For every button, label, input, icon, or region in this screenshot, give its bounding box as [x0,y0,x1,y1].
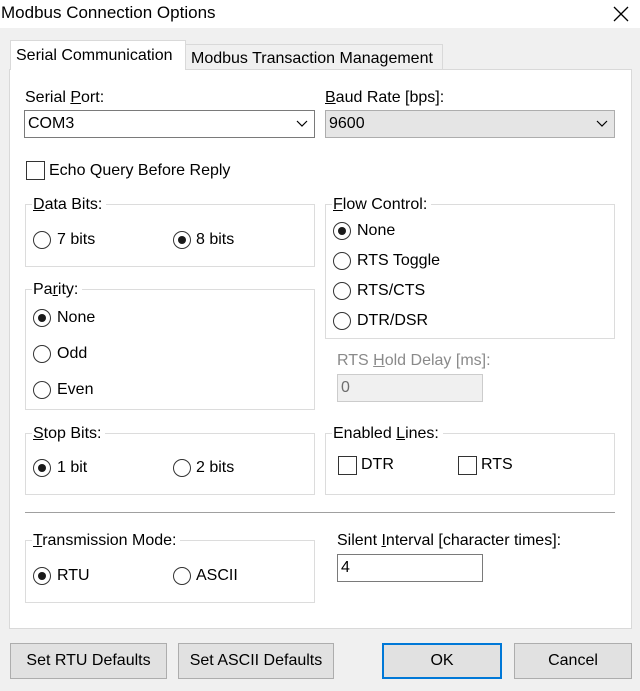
silent-interval-input[interactable]: 4 [337,554,483,582]
stop-bits-1-label: 1 bit [57,459,88,476]
rts-hold-delay-value: 0 [341,379,350,396]
data-bits-8-label: 8 bits [196,231,235,248]
close-button[interactable] [602,0,640,28]
flow-control-label: Flow Control: [332,196,432,214]
echo-query-label: Echo Query Before Reply [49,162,231,179]
silent-interval-value: 4 [341,559,350,576]
enabled-lines-label: Enabled Lines: [332,425,443,443]
mode-rtu-radio[interactable] [33,567,51,585]
rts-hold-delay-label: RTS Hold Delay [ms]: [337,352,491,369]
flow-rts-toggle-label: RTS Toggle [357,252,441,269]
tab-serial-communication[interactable]: Serial Communication [10,40,186,70]
flow-rts-cts-radio[interactable] [333,282,351,300]
chevron-down-icon [296,120,308,127]
parity-odd-label: Odd [57,345,88,362]
flow-rts-cts-label: RTS/CTS [357,282,426,299]
parity-none-radio[interactable] [33,309,51,327]
flow-none-label: None [357,222,396,239]
data-bits-label: Data Bits: [32,196,107,214]
mode-rtu-label: RTU [57,567,90,584]
baud-rate-value: 9600 [329,115,365,132]
transmission-mode-label: Transmission Mode: [32,532,181,550]
parity-none-label: None [57,309,96,326]
chevron-down-icon [596,120,608,127]
rts-label: RTS [481,456,513,473]
mode-ascii-radio[interactable] [173,567,191,585]
rts-hold-delay-input[interactable]: 0 [337,374,483,402]
flow-dtr-dsr-label: DTR/DSR [357,312,429,329]
flow-dtr-dsr-radio[interactable] [333,312,351,330]
serial-port-value: COM3 [28,115,75,132]
flow-none-radio[interactable] [333,222,351,240]
parity-even-radio[interactable] [33,381,51,399]
tab-modbus-transaction-management[interactable]: Modbus Transaction Management [185,44,443,70]
serial-port-select[interactable]: COM3 [24,110,315,138]
serial-port-label: Serial Port: [25,89,105,106]
parity-label: Parity: [32,281,83,299]
data-bits-8-radio[interactable] [173,231,191,249]
set-ascii-defaults-button[interactable]: Set ASCII Defaults [178,643,334,679]
stop-bits-1-radio[interactable] [33,459,51,477]
parity-odd-radio[interactable] [33,345,51,363]
dtr-label: DTR [361,456,394,473]
rts-checkbox[interactable] [458,456,477,475]
data-bits-7-radio[interactable] [33,231,51,249]
stop-bits-label: Stop Bits: [32,425,106,443]
data-bits-7-label: 7 bits [57,231,96,248]
set-rtu-defaults-button[interactable]: Set RTU Defaults [10,643,167,679]
ok-button[interactable]: OK [382,643,502,679]
silent-interval-label: Silent Interval [character times]: [337,532,562,549]
baud-rate-select[interactable]: 9600 [325,110,615,138]
flow-rts-toggle-radio[interactable] [333,252,351,270]
stop-bits-2-label: 2 bits [196,459,235,476]
close-icon [613,6,629,22]
window-title: Modbus Connection Options [1,3,216,22]
separator [25,512,615,513]
echo-query-checkbox[interactable] [26,161,45,180]
mode-ascii-label: ASCII [196,567,238,584]
stop-bits-2-radio[interactable] [173,459,191,477]
cancel-button[interactable]: Cancel [514,643,632,679]
dtr-checkbox[interactable] [338,456,357,475]
baud-rate-label: Baud Rate [bps]: [325,89,445,106]
parity-even-label: Even [57,381,94,398]
